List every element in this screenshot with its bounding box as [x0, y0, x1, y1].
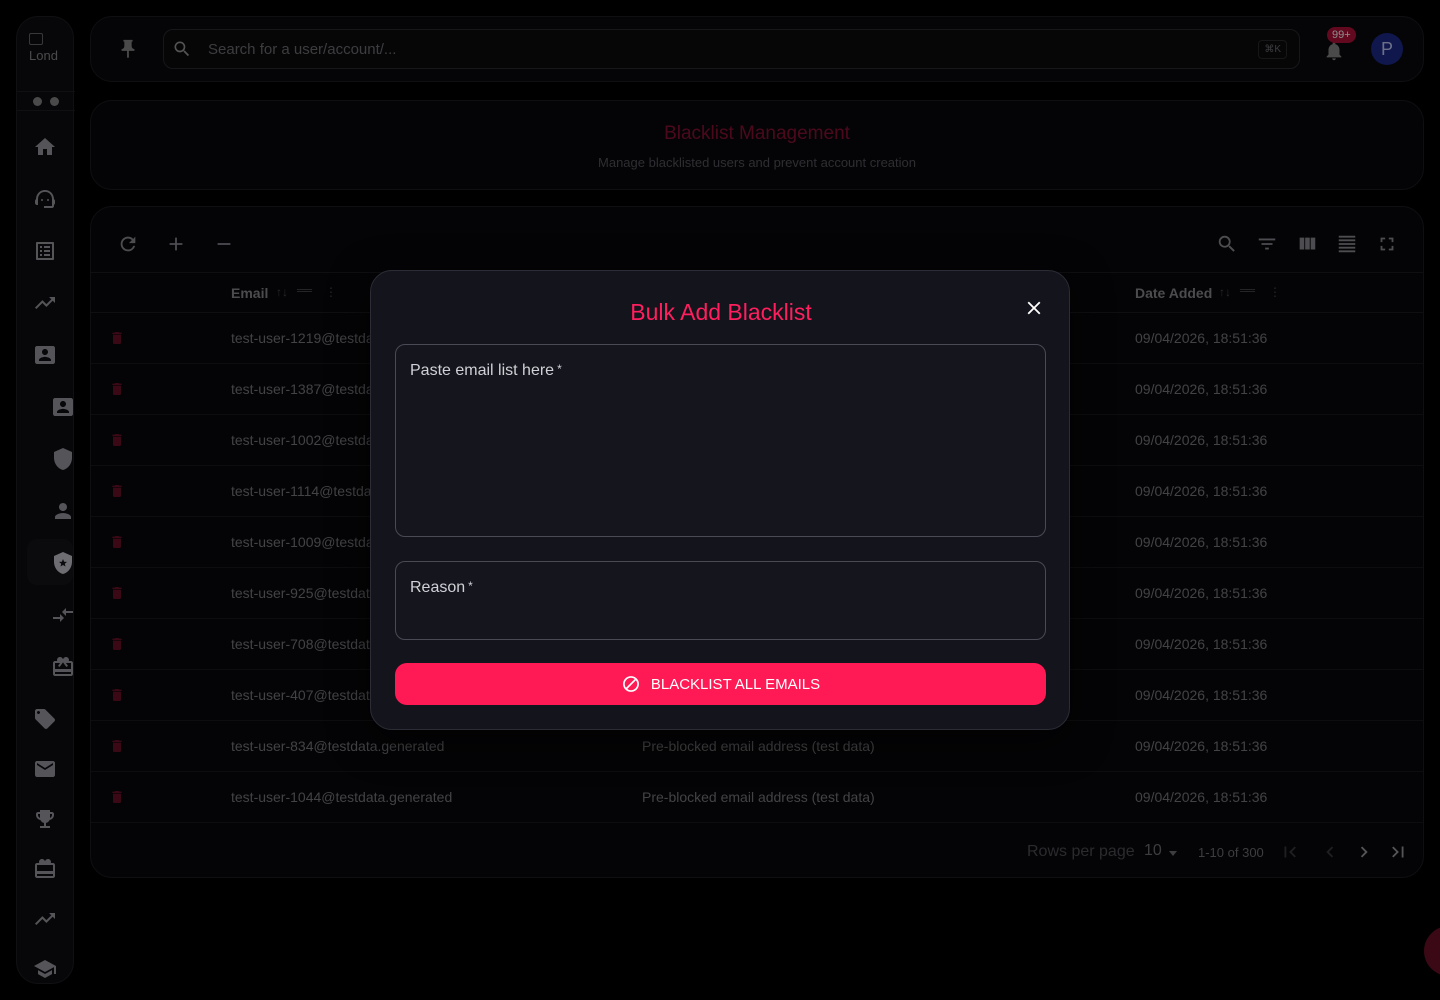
email-list-field[interactable]: Paste email list here *: [395, 344, 1046, 537]
blacklist-all-emails-label: BLACKLIST ALL EMAILS: [650, 675, 821, 693]
reason-input[interactable]: [410, 604, 1031, 629]
required-mark: *: [557, 362, 562, 376]
reason-field[interactable]: Reason *: [395, 561, 1046, 640]
bulk-add-blacklist-dialog: Bulk Add Blacklist Paste email list here…: [370, 270, 1070, 730]
reason-label: Reason *: [410, 579, 473, 597]
email-list-label-text: Paste email list here: [410, 362, 555, 379]
email-list-label: Paste email list here *: [410, 362, 562, 380]
reason-label-text: Reason: [410, 579, 466, 596]
email-list-textarea[interactable]: [410, 387, 1031, 526]
blacklist-all-emails-button[interactable]: BLACKLIST ALL EMAILS: [395, 663, 1046, 705]
close-icon[interactable]: [1023, 297, 1045, 319]
dialog-title: Bulk Add Blacklist: [630, 299, 812, 325]
block-icon: [621, 674, 641, 694]
required-mark: *: [468, 579, 473, 593]
